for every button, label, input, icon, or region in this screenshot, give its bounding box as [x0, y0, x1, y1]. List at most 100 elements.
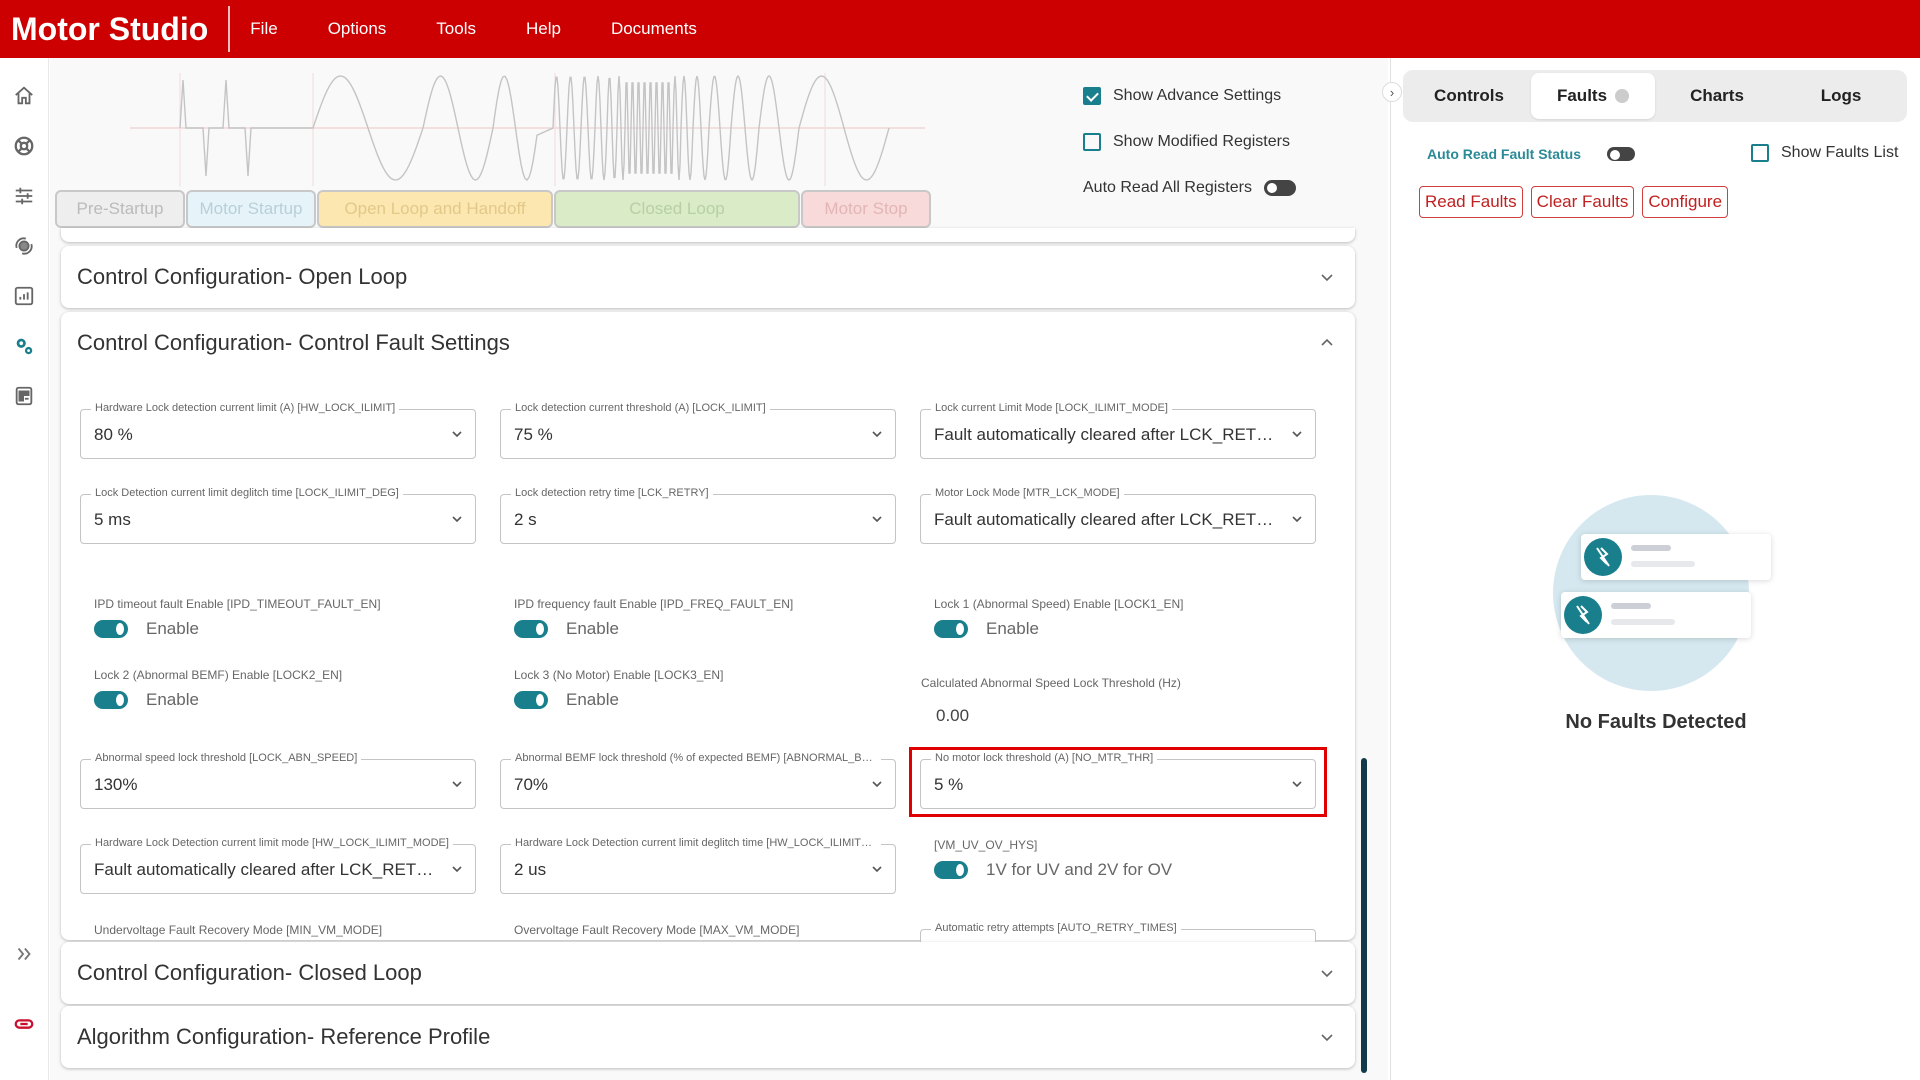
- stage-open-loop-handoff[interactable]: Open Loop and Handoff: [317, 190, 553, 228]
- show-advanced-settings-checkbox[interactable]: [1083, 87, 1101, 105]
- lock-abn-speed-select[interactable]: Abnormal speed lock threshold [LOCK_ABN_…: [80, 752, 476, 809]
- lock3-toggle[interactable]: [514, 691, 548, 709]
- stage-motor-stop[interactable]: Motor Stop: [801, 190, 931, 228]
- mtr-lck-mode-select[interactable]: Motor Lock Mode [MTR_LCK_MODE] Fault aut…: [920, 487, 1316, 544]
- auto-read-all-registers-label: Auto Read All Registers: [1083, 179, 1252, 196]
- stage-label: Pre-Startup: [76, 199, 164, 218]
- settings-gears-icon[interactable]: [12, 334, 36, 358]
- section-closed-loop: Control Configuration- Closed Loop: [61, 942, 1355, 1004]
- menu-tools[interactable]: Tools: [436, 19, 476, 39]
- waveform-illustration: [130, 73, 925, 186]
- chevron-down-icon: [1321, 970, 1333, 978]
- field-label: Lock detection retry time [LCK_RETRY]: [511, 487, 713, 499]
- motor-rotation-icon[interactable]: [12, 234, 36, 258]
- section-title: Algorithm Configuration- Reference Profi…: [77, 1024, 491, 1049]
- show-modified-registers-label: Show Modified Registers: [1113, 133, 1290, 150]
- menu-documents[interactable]: Documents: [611, 19, 697, 39]
- lock1-toggle[interactable]: [934, 620, 968, 638]
- show-modified-registers-option[interactable]: Show Modified Registers: [1083, 119, 1296, 165]
- section-closed-loop-header[interactable]: Control Configuration- Closed Loop: [61, 942, 1355, 1004]
- field-value: Fault automatically cleared after LCK_RE…: [94, 860, 444, 879]
- field-label: Lock current Limit Mode [LOCK_ILIMIT_MOD…: [931, 402, 1172, 414]
- section-open-loop: Control Configuration- Open Loop: [61, 246, 1355, 308]
- fault-actions: Read Faults Clear Faults Configure: [1419, 186, 1729, 218]
- tuning-sliders-icon[interactable]: [12, 184, 36, 208]
- app-title: Motor Studio: [0, 6, 231, 52]
- ipd-timeout-fault-toggle[interactable]: [94, 620, 128, 638]
- stage-pre-startup[interactable]: Pre-Startup: [55, 190, 185, 228]
- stage-motor-startup[interactable]: Motor Startup: [186, 190, 316, 228]
- lock3-toggle-group: Lock 3 (No Motor) Enable [LOCK3_EN] Enab…: [514, 668, 910, 710]
- support-icon[interactable]: [12, 134, 36, 158]
- auto-read-all-registers-toggle[interactable]: [1263, 180, 1296, 196]
- fault-card-illustration: [1561, 592, 1751, 638]
- toggle-label: Undervoltage Fault Recovery Mode [MIN_VM…: [94, 923, 383, 937]
- tab-faults[interactable]: Faults: [1531, 73, 1655, 119]
- show-faults-list-option[interactable]: Show Faults List: [1751, 144, 1898, 162]
- auto-read-all-registers-option[interactable]: Auto Read All Registers: [1083, 165, 1296, 211]
- hw-lock-ilimit-deg-select[interactable]: Hardware Lock Detection current limit de…: [500, 837, 896, 894]
- lock-ilimit-select[interactable]: Lock detection current threshold (A) [LO…: [500, 402, 896, 459]
- menu-options[interactable]: Options: [328, 19, 387, 39]
- show-faults-list-checkbox[interactable]: [1751, 144, 1769, 162]
- chevron-down-icon: [1321, 1034, 1333, 1042]
- section-open-loop-header[interactable]: Control Configuration- Open Loop: [61, 246, 1355, 308]
- hw-lock-ilimit-select[interactable]: Hardware Lock detection current limit (A…: [80, 402, 476, 459]
- dashboard-chart-icon[interactable]: [12, 284, 36, 308]
- toggle-text: Enable: [146, 619, 199, 638]
- toggle-text: Enable: [146, 690, 199, 709]
- app-header: Motor Studio File Options Tools Help Doc…: [0, 0, 1920, 58]
- no-mtr-thr-select[interactable]: No motor lock threshold (A) [NO_MTR_THR]…: [920, 752, 1316, 809]
- chevron-down-icon: [872, 866, 882, 873]
- register-map-icon[interactable]: [12, 384, 36, 408]
- toggle-text: 1V for UV and 2V for OV: [986, 860, 1173, 879]
- show-advanced-settings-option[interactable]: Show Advance Settings: [1083, 73, 1296, 119]
- configure-button[interactable]: Configure: [1642, 186, 1729, 218]
- section-title: Control Configuration- Control Fault Set…: [77, 330, 510, 355]
- tab-logs[interactable]: Logs: [1779, 73, 1903, 119]
- field-label: Motor Lock Mode [MTR_LCK_MODE]: [931, 487, 1124, 499]
- lock-ilimit-deg-select[interactable]: Lock Detection current limit deglitch ti…: [80, 487, 476, 544]
- toggle-label: Lock 3 (No Motor) Enable [LOCK3_EN]: [514, 668, 724, 682]
- toggle-label: Lock 1 (Abnormal Speed) Enable [LOCK1_EN…: [934, 597, 1184, 611]
- lck-retry-select[interactable]: Lock detection retry time [LCK_RETRY] 2 …: [500, 487, 896, 544]
- lock2-toggle-group: Lock 2 (Abnormal BEMF) Enable [LOCK2_EN]…: [94, 668, 490, 710]
- clear-faults-button[interactable]: Clear Faults: [1530, 186, 1635, 218]
- toggle-text: Enable: [566, 690, 619, 709]
- tab-label: Faults: [1556, 86, 1608, 105]
- vm-uv-ov-hys-toggle[interactable]: [934, 861, 968, 879]
- tab-label: Charts: [1690, 86, 1744, 105]
- tab-label: Controls: [1434, 86, 1504, 105]
- chevron-down-icon: [1292, 431, 1302, 438]
- show-modified-registers-checkbox[interactable]: [1083, 133, 1101, 151]
- tab-controls[interactable]: Controls: [1407, 73, 1531, 119]
- field-value: Fault automatically cleared after LCK_RE…: [934, 510, 1284, 529]
- field-label: Abnormal speed lock threshold [LOCK_ABN_…: [91, 752, 362, 764]
- auto-read-fault-status-toggle[interactable]: [1607, 147, 1636, 161]
- lock2-toggle[interactable]: [94, 691, 128, 709]
- ipd-freq-fault-toggle-group: IPD frequency fault Enable [IPD_FREQ_FAU…: [514, 597, 910, 639]
- toggle-label: IPD frequency fault Enable [IPD_FREQ_FAU…: [514, 597, 794, 611]
- double-chevron-right-icon[interactable]: [12, 942, 36, 966]
- section-reference-profile-header[interactable]: Algorithm Configuration- Reference Profi…: [61, 1006, 1355, 1068]
- tab-charts[interactable]: Charts: [1655, 73, 1779, 119]
- stage-label: Motor Stop: [824, 199, 908, 218]
- home-icon[interactable]: [12, 84, 36, 108]
- section-fault-settings-header[interactable]: Control Configuration- Control Fault Set…: [61, 312, 1355, 374]
- lock-ilimit-mode-select[interactable]: Lock current Limit Mode [LOCK_ILIMIT_MOD…: [920, 402, 1316, 459]
- stage-closed-loop[interactable]: Closed Loop: [554, 190, 800, 228]
- link-icon[interactable]: [12, 1012, 36, 1036]
- abnormal-bemf-select[interactable]: Abnormal BEMF lock threshold (% of expec…: [500, 752, 896, 809]
- hw-lock-ilimit-mode-select[interactable]: Hardware Lock Detection current limit mo…: [80, 837, 476, 894]
- main-scrollbar[interactable]: [1361, 758, 1367, 1073]
- collapse-panel-button[interactable]: ›: [1382, 82, 1402, 102]
- calculated-label: Calculated Abnormal Speed Lock Threshold…: [921, 676, 1181, 690]
- chevron-down-icon: [452, 516, 462, 523]
- chevron-up-icon: [1321, 338, 1333, 346]
- menu-file[interactable]: File: [250, 19, 277, 39]
- left-nav-rail: [0, 58, 49, 1080]
- read-faults-button[interactable]: Read Faults: [1419, 186, 1523, 218]
- menu-help[interactable]: Help: [526, 19, 561, 39]
- ipd-freq-fault-toggle[interactable]: [514, 620, 548, 638]
- right-panel: › Controls Faults Charts Logs Auto Read …: [1382, 58, 1920, 1080]
